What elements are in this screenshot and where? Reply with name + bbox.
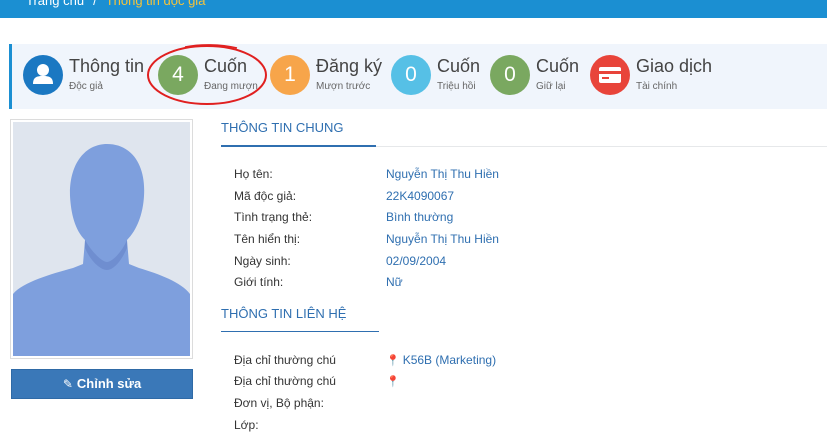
user-icon <box>23 55 63 95</box>
credit-card-icon <box>590 55 630 95</box>
reader-stats-bar: Thông tin Độc giả 4 Cuốn Đang mượn 1 Đăn… <box>9 44 827 109</box>
field-label: Lớp: <box>234 418 259 432</box>
stat-count: 0 <box>391 55 431 95</box>
stat-title: Giao dịch <box>636 56 713 76</box>
stat-subtitle: Triệu hồi <box>437 81 476 92</box>
stat-subtitle: Độc giả <box>69 81 103 92</box>
breadcrumb-current: Thông tin độc giả <box>105 0 206 8</box>
field-label: Ngày sinh: <box>234 254 291 268</box>
field-label: Giới tính: <box>234 275 284 289</box>
field-value: Nguyễn Thị Thu Hiền <box>386 167 499 181</box>
highlight-circle-annotation <box>147 44 267 105</box>
reader-avatar <box>10 119 193 359</box>
field-label: Mã độc giả: <box>234 189 297 203</box>
breadcrumb: Trang chủ / Thông tin độc giả <box>26 0 205 8</box>
default-avatar-silhouette <box>13 122 190 356</box>
map-marker-icon: 📍 <box>386 376 400 388</box>
general-info-heading: THÔNG TIN CHUNG <box>221 120 344 135</box>
contact-info-divider <box>221 331 379 332</box>
edit-button-label: Chỉnh sửa <box>76 376 142 391</box>
pencil-icon: ✎ <box>62 377 73 391</box>
contact-info-heading: THÔNG TIN LIÊN HỆ <box>221 306 347 321</box>
breadcrumb-separator: / <box>93 0 97 8</box>
field-value: Nữ <box>386 275 403 289</box>
field-label: Tên hiển thị: <box>234 232 301 246</box>
field-value: 02/09/2004 <box>386 254 447 268</box>
field-value: Bình thường <box>386 210 454 224</box>
stat-subtitle: Tài chính <box>636 81 678 92</box>
stat-title: Cuốn <box>536 56 580 76</box>
field-label: Tình trạng thẻ: <box>234 210 313 224</box>
top-nav-bar: Trang chủ / Thông tin độc giả <box>0 0 827 18</box>
stat-subtitle: Giữ lại <box>536 81 566 92</box>
map-marker-icon: 📍 <box>386 355 400 367</box>
edit-profile-button[interactable]: ✎ Chỉnh sửa <box>11 369 193 399</box>
stat-subtitle: Mượn trước <box>316 81 371 92</box>
field-label: Địa chỉ thường chú <box>234 374 336 388</box>
field-value: Nguyễn Thị Thu Hiền <box>386 232 499 246</box>
general-info-divider <box>221 145 827 147</box>
field-value: 📍 <box>386 374 403 388</box>
breadcrumb-home-link[interactable]: Trang chủ <box>26 0 84 8</box>
stat-count: 0 <box>490 55 530 95</box>
field-label: Địa chỉ thường chú <box>234 353 336 367</box>
stat-count: 1 <box>270 55 310 95</box>
stat-title: Thông tin <box>69 56 145 76</box>
field-value: 📍 K56B (Marketing) <box>386 353 496 367</box>
field-label: Đơn vị, Bộ phận: <box>234 396 324 410</box>
field-value: 22K4090067 <box>386 189 455 203</box>
address-value: K56B (Marketing) <box>402 353 497 367</box>
field-label: Họ tên: <box>234 167 273 181</box>
stat-title: Đăng ký <box>316 56 383 76</box>
stat-title: Cuốn <box>437 56 481 76</box>
